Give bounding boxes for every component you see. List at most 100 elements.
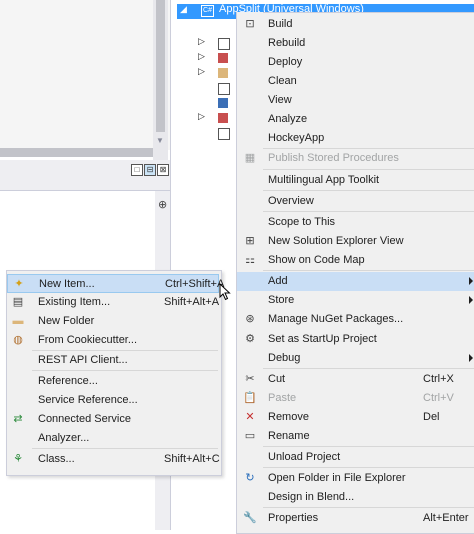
menu-item-label: Debug [268, 352, 301, 364]
submenu-item-rest-api-client[interactable]: REST API Client... [7, 351, 219, 370]
submenu-item-shortcut: Ctrl+Shift+A [165, 278, 225, 290]
left-pane-top [0, 0, 170, 150]
menu-item-scope-to-this[interactable]: Scope to This [237, 213, 474, 232]
submenu-item-label: Service Reference... [38, 394, 138, 406]
scroll-down-icon[interactable]: ▼ [156, 136, 164, 145]
submenu-item-label: New Folder [38, 315, 95, 327]
submenu-item-reference[interactable]: Reference... [7, 372, 219, 391]
menu-item-view[interactable]: View [237, 91, 474, 110]
menu-item-store[interactable]: Store [237, 291, 474, 310]
submenu-item-label: Class... [38, 453, 75, 465]
references-node-icon [218, 53, 228, 63]
tree-row[interactable]: ▷ [198, 66, 238, 80]
menu-item-overview[interactable]: Overview [237, 192, 474, 211]
submenu-arrow-icon [469, 354, 473, 362]
menu-item-show-on-code-map[interactable]: ⚏ Show on Code Map [237, 251, 474, 270]
submenu-item-class[interactable]: ⚘ Class... Shift+Alt+C [7, 450, 220, 469]
menu-item-debug[interactable]: Debug [237, 349, 474, 368]
menu-item-build[interactable]: ⊡ Build [237, 15, 474, 34]
menu-separator [263, 211, 474, 212]
menu-item-deploy[interactable]: Deploy [237, 53, 474, 72]
menu-item-remove[interactable]: ✕ Remove Del [237, 408, 474, 427]
menu-item-unload-project[interactable]: Unload Project [237, 448, 474, 467]
menu-item-multilingual-app-toolkit[interactable]: Multilingual App Toolkit [237, 171, 474, 190]
tree-row[interactable]: ▷ [198, 36, 238, 50]
file-icon [218, 83, 230, 95]
expand-arrow-icon[interactable]: ▷ [198, 66, 205, 77]
remove-icon: ✕ [245, 411, 255, 423]
submenu-arrow-icon [469, 296, 473, 304]
menu-separator [263, 507, 474, 508]
menu-separator [263, 446, 474, 447]
panel-button-3[interactable]: ⊠ [157, 164, 169, 176]
menu-item-shortcut: Ctrl+X [423, 373, 454, 385]
pin-icon[interactable]: ⊕ [158, 198, 167, 211]
folder-icon [218, 68, 228, 78]
refresh-icon: ↻ [245, 472, 255, 484]
horizontal-scrollbar[interactable] [0, 148, 153, 157]
menu-item-label: Remove [268, 411, 309, 423]
expand-arrow-icon[interactable]: ▷ [198, 36, 205, 47]
menu-item-label: Open Folder in File Explorer [268, 472, 406, 484]
menu-item-design-in-blend[interactable]: Design in Blend... [237, 488, 474, 507]
tree-row[interactable]: ▷ [198, 111, 238, 125]
panel-buttons: □ ⊟ ⊠ [131, 164, 169, 176]
menu-item-hockeyapp[interactable]: HockeyApp [237, 129, 474, 148]
rename-icon: ▭ [244, 430, 256, 442]
vertical-scrollbar-thumb[interactable] [156, 0, 165, 132]
file-icon [218, 98, 228, 108]
submenu-item-new-item[interactable]: ✦ New Item... Ctrl+Shift+A [7, 274, 224, 293]
menu-item-cut[interactable]: ✂ Cut Ctrl+X [237, 370, 474, 389]
expand-arrow-icon[interactable]: ▷ [198, 51, 205, 62]
menu-item-analyze[interactable]: Analyze [237, 110, 474, 129]
submenu-separator [32, 370, 218, 371]
panel-button-2[interactable]: ⊟ [144, 164, 156, 176]
menu-item-label: Overview [268, 195, 314, 207]
tree-row[interactable] [198, 126, 238, 140]
submenu-item-shortcut: Shift+Alt+A [164, 296, 220, 308]
menu-item-manage-nuget[interactable]: ⊛ Manage NuGet Packages... [237, 310, 474, 329]
menu-item-publish-stored-procedures: ▦ Publish Stored Procedures [237, 149, 474, 168]
submenu-item-existing-item[interactable]: ▤ Existing Item... Shift+Alt+A [7, 293, 219, 312]
menu-item-new-solution-explorer-view[interactable]: ⊞ New Solution Explorer View [237, 232, 474, 251]
build-icon: ⊡ [245, 18, 255, 30]
submenu-separator [32, 448, 218, 449]
menu-separator [263, 368, 474, 369]
menu-item-add[interactable]: Add [237, 272, 474, 291]
menu-item-set-startup[interactable]: ⚙ Set as StartUp Project [237, 330, 474, 349]
expand-arrow-icon[interactable]: ▷ [198, 111, 205, 122]
submenu-item-label: Analyzer... [38, 432, 90, 444]
file-icon [218, 128, 230, 140]
menu-item-label: View [268, 94, 292, 106]
panel-button-1[interactable]: □ [131, 164, 143, 176]
submenu-item-service-reference[interactable]: Service Reference... [7, 391, 219, 410]
file-icon [218, 113, 228, 123]
menu-separator [263, 270, 474, 271]
tree-row[interactable] [198, 81, 238, 95]
tree-row[interactable] [198, 96, 238, 110]
existing-item-icon: ▤ [12, 296, 24, 308]
menu-item-rename[interactable]: ▭ Rename [237, 427, 474, 446]
menu-item-paste: 📋 Paste Ctrl+V [237, 389, 474, 408]
submenu-item-from-cookiecutter[interactable]: ◍ From Cookiecutter... [7, 331, 219, 350]
submenu-item-shortcut: Shift+Alt+C [164, 453, 220, 465]
menu-item-label: Manage NuGet Packages... [268, 313, 404, 325]
publish-icon: ▦ [244, 152, 256, 164]
paste-icon: 📋 [243, 392, 257, 404]
menu-item-clean[interactable]: Clean [237, 72, 474, 91]
menu-item-label: HockeyApp [268, 132, 325, 144]
submenu-item-analyzer[interactable]: Analyzer... [7, 429, 219, 448]
menu-item-label: Cut [268, 373, 286, 385]
submenu-item-label: REST API Client... [38, 354, 128, 366]
menu-item-open-folder[interactable]: ↻ Open Folder in File Explorer [237, 469, 474, 488]
collapse-arrow-icon[interactable]: ◢ [180, 4, 187, 15]
menu-item-rebuild[interactable]: Rebuild [237, 34, 474, 53]
menu-item-properties[interactable]: 🔧 Properties Alt+Enter [237, 509, 474, 528]
mouse-cursor-icon [219, 283, 231, 301]
menu-item-label: Properties [268, 512, 319, 524]
tree-row[interactable]: ▷ [198, 51, 238, 65]
submenu-item-connected-service[interactable]: ⇄ Connected Service [7, 410, 219, 429]
menu-item-label: Rebuild [268, 37, 306, 49]
submenu-item-label: New Item... [39, 278, 95, 290]
submenu-item-new-folder[interactable]: ▬ New Folder [7, 312, 219, 331]
